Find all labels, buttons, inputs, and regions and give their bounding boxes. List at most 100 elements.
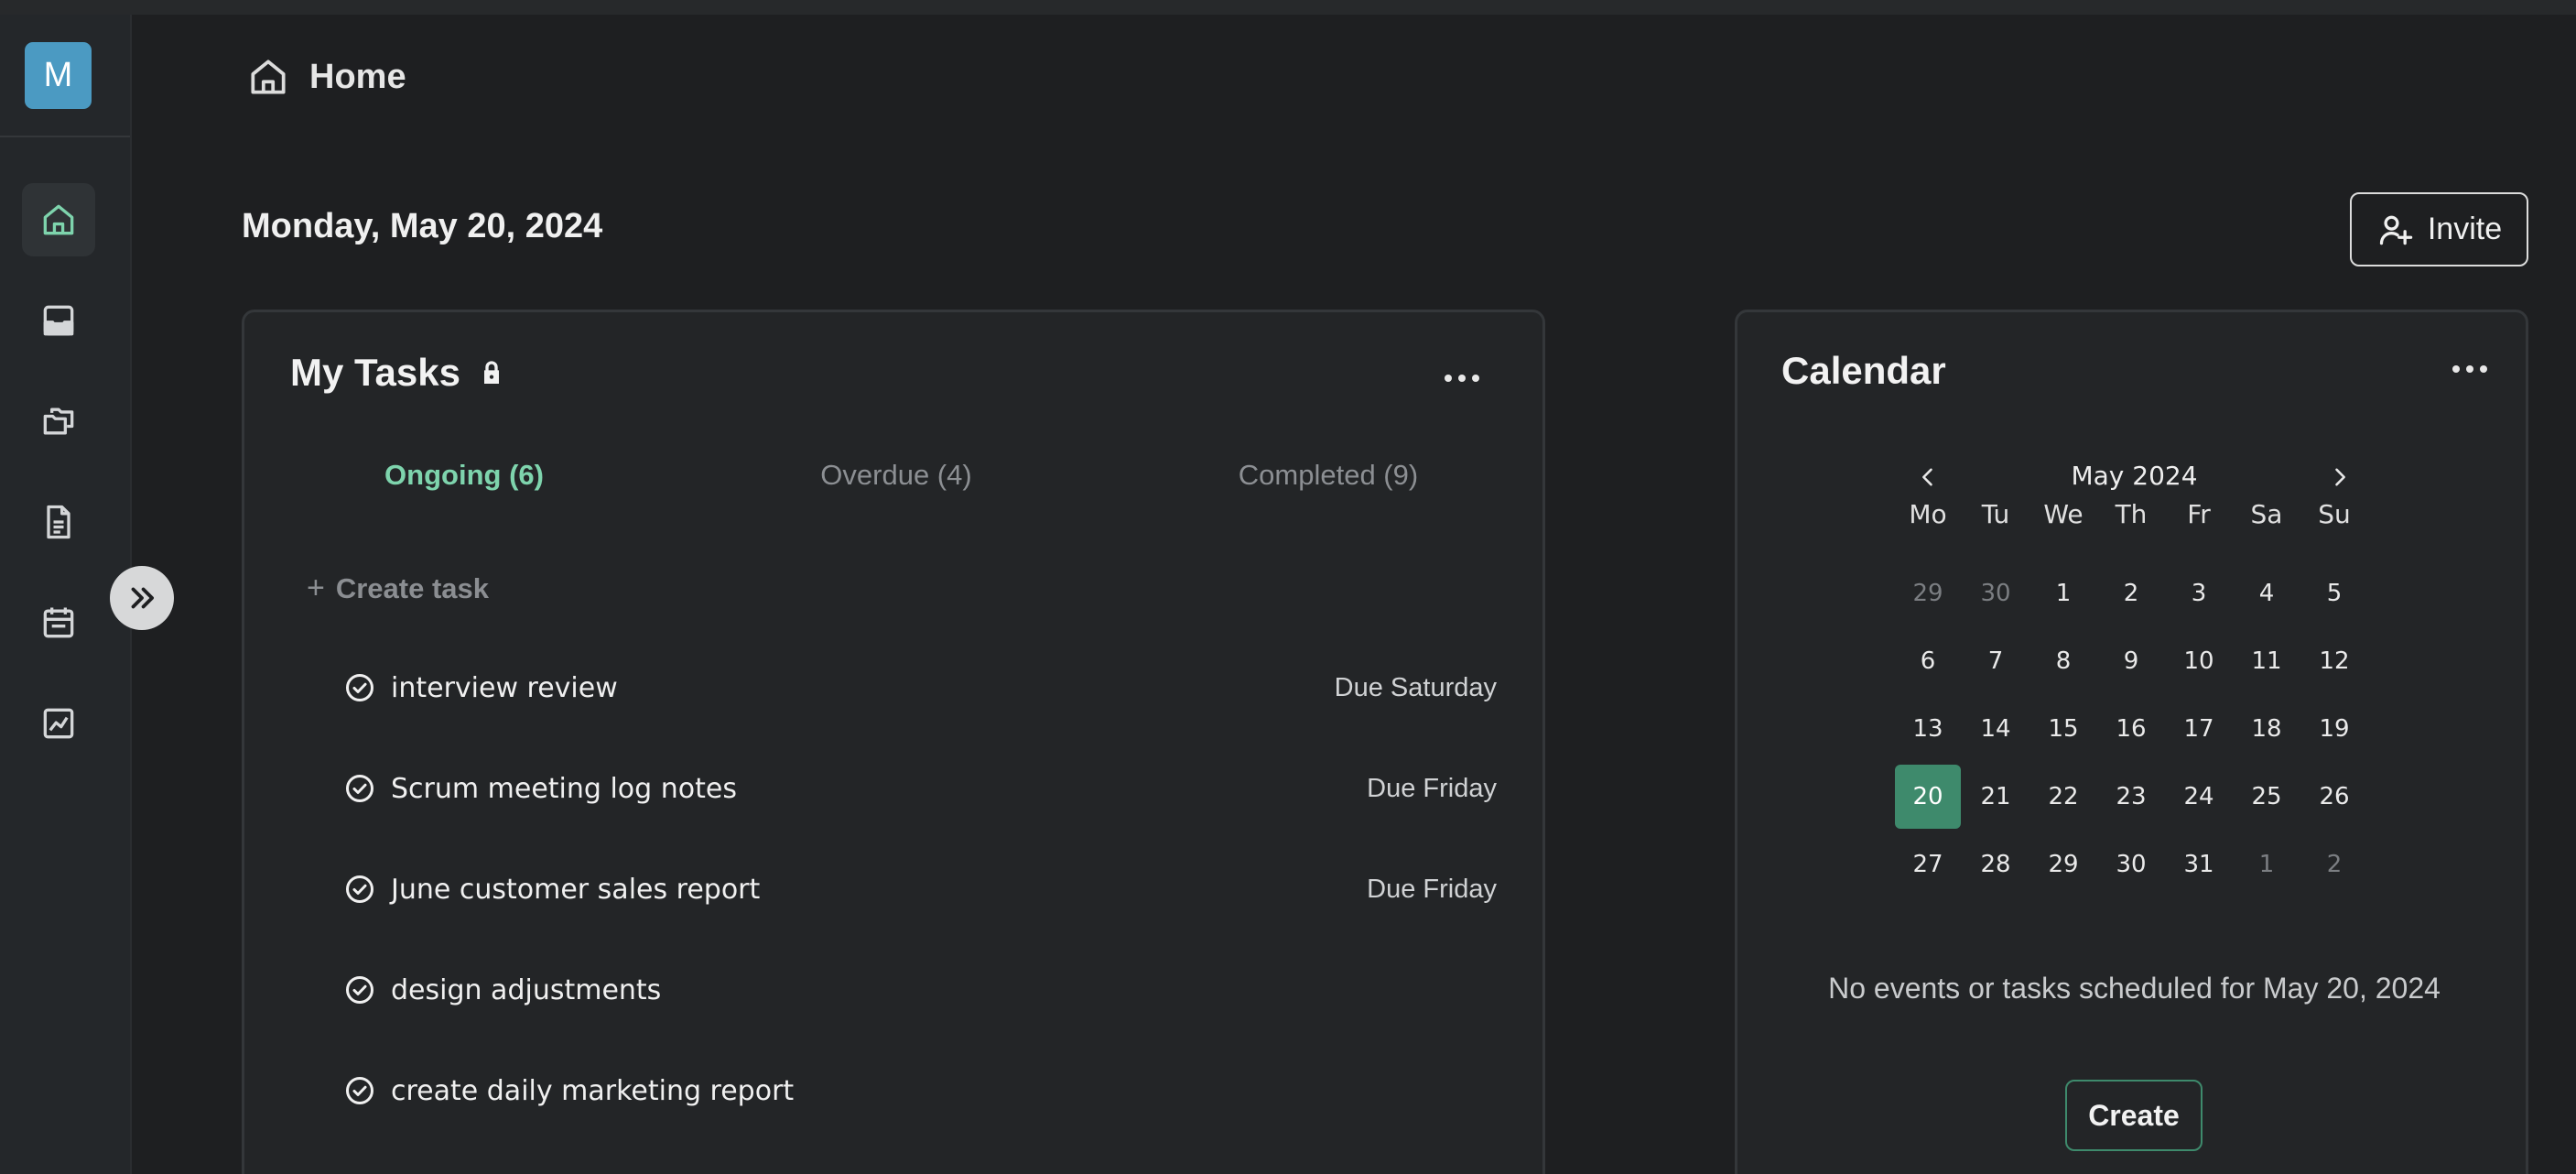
weekday-header: Th [2115,498,2148,529]
chevron-right-icon [2335,468,2345,486]
task-row[interactable]: interview review Due Saturday [343,660,1497,715]
calendar-more-button[interactable] [2442,351,2497,387]
weekday-header: Fr [2187,498,2211,529]
weekday-header: Sa [2250,498,2283,529]
sidebar-item-calendar[interactable] [22,586,95,659]
my-tasks-card: My Tasks Ongoing (6) Overdue (4) Complet… [242,310,1545,1174]
task-row[interactable]: design adjustments [343,962,1497,1017]
calendar-day[interactable]: 28 [1963,832,2029,897]
check-circle-icon[interactable] [343,1074,376,1107]
task-row[interactable]: create daily marketing report [343,1063,1497,1118]
chart-icon [43,708,74,739]
task-name: interview review [391,671,618,704]
check-circle-icon[interactable] [343,671,376,704]
calendar-icon [43,607,74,638]
invite-button[interactable]: Invite [2350,192,2528,266]
calendar-card: Calendar May 2024 Mo Tu We Th Fr Sa Su 29 30 1 2 3 4… [1735,310,2528,1174]
calendar-day[interactable]: 18 [2234,697,2300,761]
sidebar-item-home[interactable] [22,183,95,256]
tab-overdue[interactable]: Overdue (4) [722,459,1070,492]
user-avatar[interactable]: M [25,42,92,109]
calendar-day[interactable]: 3 [2166,561,2232,625]
calendar-day-selected[interactable]: 20 [1895,765,1961,829]
calendar-day[interactable]: 2 [2098,561,2164,625]
calendar-day[interactable]: 30 [2098,832,2164,897]
task-due: Due Saturday [1334,672,1497,702]
weekday-header: Su [2318,498,2351,529]
inbox-icon [43,305,74,336]
weekday-header: Mo [1909,498,1947,529]
user-plus-icon [2379,215,2413,245]
calendar-day[interactable]: 2 [2301,832,2367,897]
calendar-day[interactable]: 4 [2234,561,2300,625]
calendar-day[interactable]: 29 [2030,832,2096,897]
calendar-day[interactable]: 17 [2166,697,2232,761]
calendar-day[interactable]: 29 [1895,561,1961,625]
task-name: design adjustments [391,973,662,1006]
tasks-more-button[interactable] [1434,360,1489,397]
no-events-message: No events or tasks scheduled for May 20,… [1828,972,2441,1005]
calendar-day[interactable]: 27 [1895,832,1961,897]
window-top-strip [0,0,2576,15]
calendar-day[interactable]: 23 [2098,765,2164,829]
date-heading: Monday, May 20, 2024 [242,207,603,245]
calendar-day[interactable]: 21 [1963,765,2029,829]
weekday-header: Tu [1981,498,2010,529]
home-icon [251,60,286,94]
sidebar-item-documents[interactable] [22,485,95,559]
plus-icon: + [307,571,325,605]
task-row[interactable]: Scrum meeting log notes Due Friday [343,761,1497,816]
calendar-day[interactable]: 10 [2166,629,2232,693]
create-task-button[interactable]: + Create task [307,571,489,606]
calendar-day[interactable]: 5 [2301,561,2367,625]
calendar-day[interactable]: 15 [2030,697,2096,761]
my-tasks-title: My Tasks [290,351,506,395]
lock-icon [484,361,499,384]
calendar-title-text: Calendar [1781,349,1946,392]
calendar-day[interactable]: 14 [1963,697,2029,761]
month-label: May 2024 [2071,461,2198,491]
sidebar-item-analytics[interactable] [22,687,95,760]
calendar-day[interactable]: 8 [2030,629,2096,693]
check-circle-icon[interactable] [343,973,376,1006]
calendar-day[interactable]: 12 [2301,629,2367,693]
calendar-day[interactable]: 11 [2234,629,2300,693]
chevrons-right-icon [131,587,154,609]
task-due: Due Friday [1367,874,1497,904]
create-task-label: Create task [335,571,490,604]
calendar-day[interactable]: 7 [1963,629,2029,693]
create-event-button[interactable]: Create [2065,1080,2203,1151]
calendar-day[interactable]: 6 [1895,629,1961,693]
sidebar-item-folders[interactable] [22,385,95,458]
calendar-day[interactable]: 24 [2166,765,2232,829]
my-tasks-title-text: My Tasks [290,351,460,394]
calendar-day[interactable]: 30 [1963,561,2029,625]
tab-ongoing[interactable]: Ongoing (6) [290,459,638,492]
check-circle-icon[interactable] [343,772,376,805]
calendar-day[interactable]: 31 [2166,832,2232,897]
task-row[interactable]: June customer sales report Due Friday [343,862,1497,917]
check-circle-icon[interactable] [343,873,376,906]
calendar-day[interactable]: 25 [2234,765,2300,829]
task-name: June customer sales report [391,873,761,906]
calendar-day[interactable]: 1 [2030,561,2096,625]
task-name: Scrum meeting log notes [391,772,737,805]
tab-completed[interactable]: Completed (9) [1154,459,1502,492]
calendar-day[interactable]: 13 [1895,697,1961,761]
calendar-day[interactable]: 9 [2098,629,2164,693]
folders-icon [43,408,74,435]
calendar-day[interactable]: 26 [2301,765,2367,829]
home-icon [43,204,74,235]
task-due: Due Friday [1367,773,1497,803]
calendar-day[interactable]: 1 [2234,832,2300,897]
calendar-day[interactable]: 16 [2098,697,2164,761]
sidebar-item-inbox[interactable] [22,284,95,357]
expand-sidebar-button[interactable] [110,566,174,630]
weekday-header: We [2043,498,2084,529]
invite-label: Invite [2427,212,2503,246]
page-header: Home [245,51,406,103]
next-month-button[interactable] [2320,457,2360,497]
calendar-day[interactable]: 22 [2030,765,2096,829]
document-icon [47,505,70,539]
calendar-day[interactable]: 19 [2301,697,2367,761]
